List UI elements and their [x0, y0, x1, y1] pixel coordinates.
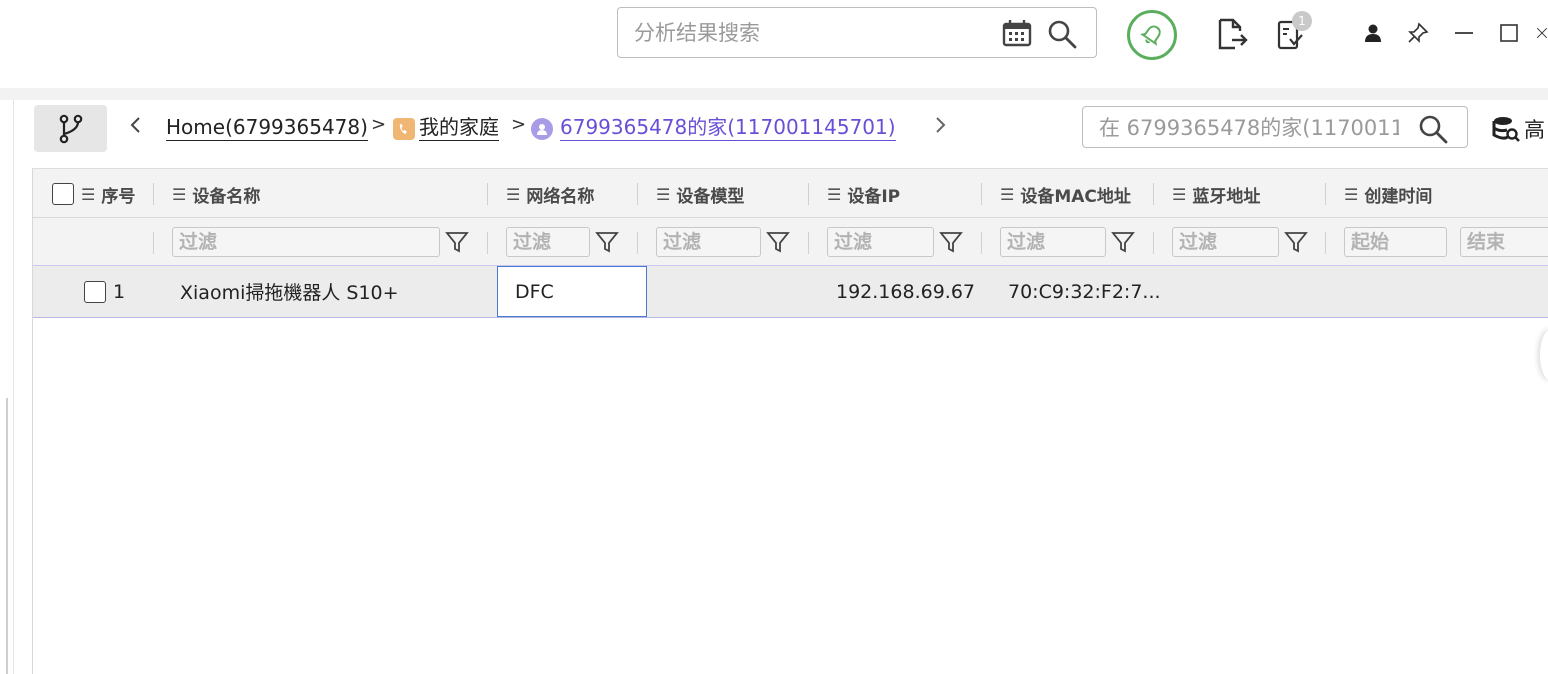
- filter-created-start-input[interactable]: [1344, 227, 1447, 257]
- breadcrumb-forward-button[interactable]: [934, 112, 948, 144]
- column-divider: [1153, 232, 1154, 254]
- cell-device-mac[interactable]: 70:C9:32:F2:7...: [1008, 266, 1161, 317]
- chevron-left-icon: [130, 117, 140, 133]
- close-icon: [1536, 27, 1548, 39]
- branch-view-button[interactable]: [34, 105, 107, 152]
- filter-device-ip-input[interactable]: [827, 227, 934, 257]
- column-menu-icon[interactable]: ☰: [81, 185, 95, 204]
- breadcrumb-current-home[interactable]: 6799365478的家(117001145701): [560, 114, 896, 141]
- left-scrollbar[interactable]: [6, 398, 8, 674]
- search-icon[interactable]: [1417, 113, 1449, 145]
- minimize-button[interactable]: [1449, 18, 1479, 48]
- user-button[interactable]: [1358, 18, 1388, 48]
- column-menu-icon[interactable]: ☰: [1172, 185, 1186, 204]
- cell-network-name[interactable]: DFC: [497, 266, 647, 317]
- funnel-icon[interactable]: [939, 230, 963, 254]
- column-header-network-name[interactable]: ☰ 网络名称: [506, 169, 594, 219]
- column-divider[interactable]: [1153, 183, 1154, 205]
- database-search-icon: [1492, 117, 1520, 142]
- file-export-icon: [1218, 18, 1248, 50]
- breadcrumb-back-button[interactable]: [128, 112, 142, 144]
- funnel-icon[interactable]: [1111, 230, 1135, 254]
- advanced-search-button[interactable]: 高: [1492, 114, 1545, 144]
- filter-bluetooth-input[interactable]: [1172, 227, 1279, 257]
- column-menu-icon[interactable]: ☰: [506, 185, 520, 204]
- column-divider[interactable]: [153, 183, 154, 205]
- close-button[interactable]: [1536, 18, 1548, 48]
- column-divider: [808, 232, 809, 254]
- cell-index: 1: [113, 280, 126, 303]
- title-bar: 1: [0, 0, 1548, 88]
- column-divider[interactable]: [487, 183, 488, 205]
- column-divider[interactable]: [981, 183, 982, 205]
- funnel-icon[interactable]: [1284, 230, 1308, 254]
- column-divider: [637, 232, 638, 254]
- toolbar-divider: [0, 88, 1548, 100]
- filter-device-mac-input[interactable]: [1000, 227, 1106, 257]
- column-divider: [487, 232, 488, 254]
- column-divider[interactable]: [637, 183, 638, 205]
- breadcrumb-separator: >: [371, 114, 387, 135]
- column-menu-icon[interactable]: ☰: [827, 185, 841, 204]
- export-file-button[interactable]: [1215, 16, 1249, 52]
- column-divider: [153, 232, 154, 254]
- column-header-created-time[interactable]: ☰ 创建时间: [1344, 169, 1432, 219]
- breadcrumb-bar: Home(6799365478) > 我的家庭 > 6799365478的家(1…: [32, 100, 1548, 154]
- column-divider[interactable]: [1325, 183, 1326, 205]
- column-header-device-model[interactable]: ☰ 设备模型: [656, 169, 744, 219]
- column-menu-icon[interactable]: ☰: [172, 185, 186, 204]
- notification-badge: 1: [1292, 11, 1312, 31]
- advanced-search-label: 高: [1524, 118, 1545, 142]
- branch-icon: [59, 114, 82, 143]
- funnel-icon[interactable]: [595, 230, 619, 254]
- funnel-icon[interactable]: [766, 230, 790, 254]
- cell-device-ip[interactable]: 192.168.69.67: [836, 266, 975, 317]
- device-table: ☰ 序号 ☰ 设备名称 ☰ 网络名称 ☰ 设备模型 ☰ 设备IP ☰ 设备MAC地址 ☰ 蓝牙…: [32, 168, 1548, 674]
- select-all-checkbox[interactable]: [52, 183, 74, 205]
- breadcrumb-separator: >: [511, 114, 527, 135]
- user-icon: [1365, 24, 1381, 42]
- scope-search-box[interactable]: [1082, 106, 1468, 148]
- column-divider: [981, 232, 982, 254]
- maximize-icon: [1500, 24, 1518, 42]
- column-header-device-ip[interactable]: ☰ 设备IP: [827, 169, 900, 219]
- breadcrumb-family[interactable]: 我的家庭: [419, 114, 499, 141]
- filter-device-name-input[interactable]: [172, 227, 440, 257]
- bell-icon: [1140, 25, 1161, 46]
- funnel-icon[interactable]: [445, 230, 469, 254]
- table-row[interactable]: 1 Xiaomi掃拖機器人 S10+ DFC 192.168.69.67 70:…: [33, 266, 1548, 318]
- column-menu-icon[interactable]: ☰: [656, 185, 670, 204]
- cell-device-name[interactable]: Xiaomi掃拖機器人 S10+: [180, 266, 399, 317]
- analysis-search-input[interactable]: [634, 19, 994, 47]
- home-avatar-icon: [531, 118, 553, 140]
- breadcrumb-home[interactable]: Home(6799365478): [166, 114, 368, 141]
- column-divider[interactable]: [808, 183, 809, 205]
- analysis-search-box[interactable]: [617, 7, 1097, 58]
- column-header-index[interactable]: ☰ 序号: [81, 169, 135, 219]
- column-menu-icon[interactable]: ☰: [1344, 185, 1358, 204]
- filter-row: [33, 218, 1548, 266]
- pin-icon: [1408, 22, 1429, 43]
- filter-created-end-input[interactable]: [1460, 227, 1548, 257]
- maximize-button[interactable]: [1494, 18, 1524, 48]
- column-header-bluetooth[interactable]: ☰ 蓝牙地址: [1172, 169, 1260, 219]
- table-header: ☰ 序号 ☰ 设备名称 ☰ 网络名称 ☰ 设备模型 ☰ 设备IP ☰ 设备MAC地址 ☰ 蓝牙…: [33, 168, 1548, 218]
- search-icon[interactable]: [1046, 18, 1078, 50]
- alert-bell-button[interactable]: [1127, 10, 1177, 60]
- pin-button[interactable]: [1403, 18, 1433, 48]
- calendar-icon[interactable]: [1002, 19, 1032, 47]
- chevron-right-icon: [936, 117, 946, 133]
- row-select-checkbox[interactable]: [84, 281, 106, 303]
- column-header-device-mac[interactable]: ☰ 设备MAC地址: [1000, 169, 1131, 219]
- scope-search-input[interactable]: [1099, 114, 1399, 142]
- family-icon: [393, 118, 415, 140]
- minimize-icon: [1455, 32, 1473, 34]
- column-divider: [1325, 232, 1326, 254]
- filter-network-name-input[interactable]: [506, 227, 590, 257]
- column-menu-icon[interactable]: ☰: [1000, 185, 1014, 204]
- column-header-device-name[interactable]: ☰ 设备名称: [172, 169, 260, 219]
- filter-device-model-input[interactable]: [656, 227, 761, 257]
